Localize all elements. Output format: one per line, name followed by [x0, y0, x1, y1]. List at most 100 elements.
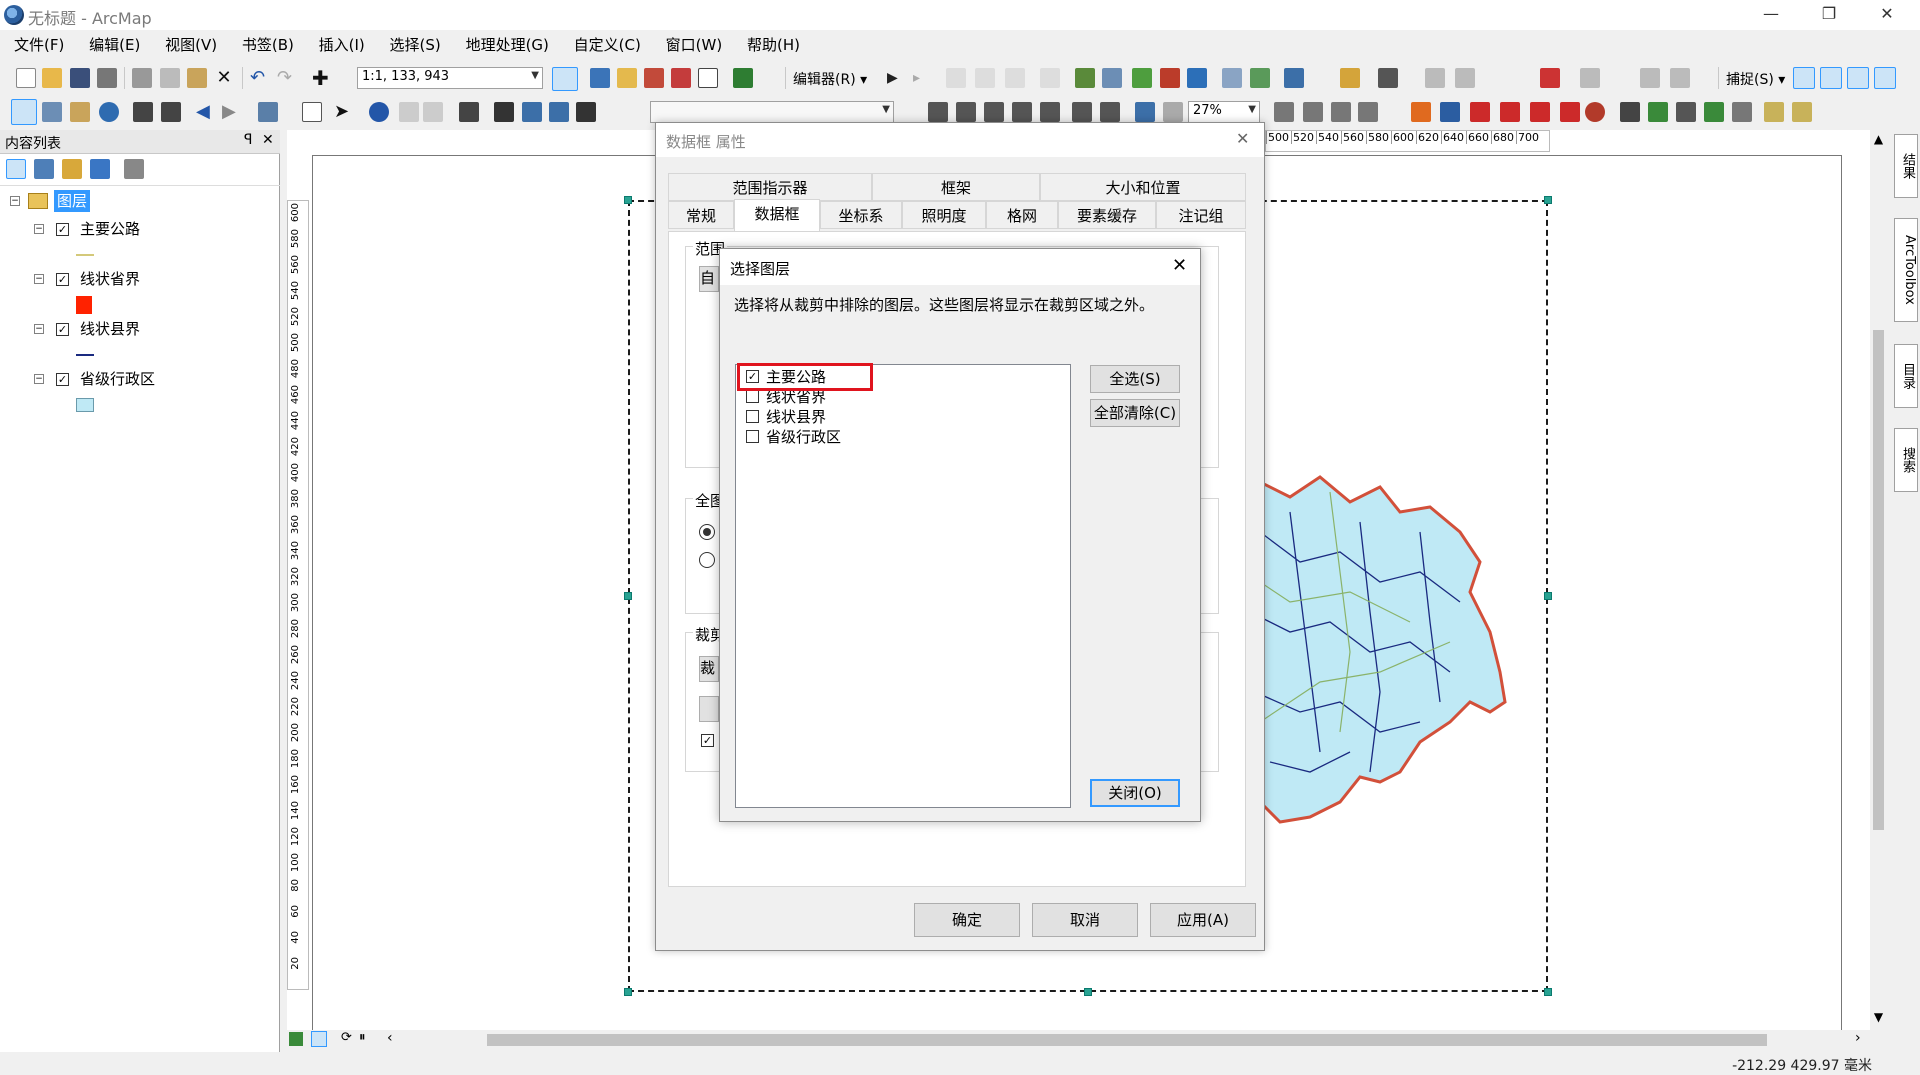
- editor-toolbar-toggle-icon[interactable]: [552, 67, 578, 91]
- toc-layer-county-boundary[interactable]: − ✓ 线状县界: [0, 318, 280, 340]
- toc-root-layers[interactable]: − 图层: [0, 190, 280, 212]
- rotate-tool-icon[interactable]: [1187, 68, 1207, 88]
- refresh-icon[interactable]: ⟳: [341, 1030, 352, 1045]
- layer-visibility-checkbox[interactable]: ✓: [56, 273, 69, 286]
- tool-3-icon[interactable]: [1470, 102, 1490, 122]
- zoom-whole-page-icon[interactable]: [1012, 102, 1032, 122]
- apply-button[interactable]: 应用(A): [1150, 903, 1256, 937]
- toggle-draft-icon[interactable]: [1274, 102, 1294, 122]
- selection-handle[interactable]: [624, 988, 632, 996]
- go-to-xy-icon[interactable]: [549, 102, 569, 122]
- menu-customize[interactable]: 自定义(C): [564, 32, 651, 58]
- list-by-visibility-icon[interactable]: [62, 159, 82, 179]
- exclude-layers-checkbox[interactable]: ✓: [701, 734, 714, 747]
- topology-icon[interactable]: [1378, 68, 1398, 88]
- clear-selection-icon[interactable]: [302, 102, 322, 122]
- catalog-window-icon[interactable]: [617, 68, 637, 88]
- selection-handle[interactable]: [1544, 988, 1552, 996]
- pan-icon[interactable]: [70, 102, 90, 122]
- select-all-button[interactable]: 全选(S): [1090, 365, 1180, 393]
- georeferencing-icon[interactable]: [1340, 68, 1360, 88]
- tool-9-icon[interactable]: [1676, 102, 1696, 122]
- distributed-gdb-icon[interactable]: [1670, 68, 1690, 88]
- selection-handle[interactable]: [1544, 592, 1552, 600]
- tab-frame[interactable]: 框架: [872, 173, 1040, 201]
- edit-annotation-icon[interactable]: ▸: [913, 68, 933, 88]
- edit-tool-icon[interactable]: ▶: [887, 68, 907, 88]
- dock-tab-arctoolbox[interactable]: ArcToolbox: [1894, 218, 1918, 322]
- collapse-icon[interactable]: −: [10, 196, 20, 206]
- snapping-menu-button[interactable]: 捕捉(S) ▾: [1726, 69, 1785, 89]
- layer-name[interactable]: 线状省界: [80, 268, 140, 290]
- layer-visibility-checkbox[interactable]: ✓: [56, 323, 69, 336]
- table-of-contents-icon[interactable]: [590, 68, 610, 88]
- tool-6-icon[interactable]: [1560, 102, 1580, 122]
- tool-12-icon[interactable]: [1764, 102, 1784, 122]
- spatial-adjust-icon[interactable]: [1455, 68, 1475, 88]
- find-icon[interactable]: [494, 102, 514, 122]
- toc-close-icon[interactable]: ✕: [262, 132, 274, 148]
- layer-name[interactable]: 线状县界: [80, 318, 140, 340]
- html-popup-icon[interactable]: [423, 102, 443, 122]
- list-by-drawing-order-icon[interactable]: [6, 159, 26, 179]
- horizontal-scrollbar[interactable]: ⟳ ⏸ ‹ ›: [287, 1030, 1870, 1050]
- measure-icon[interactable]: [459, 102, 479, 122]
- tab-annotation-groups[interactable]: 注记组: [1156, 201, 1246, 229]
- layout-pan-icon[interactable]: [984, 102, 1004, 122]
- fixed-zoom-out-icon[interactable]: [161, 102, 181, 122]
- close-button[interactable]: 关闭(O): [1090, 779, 1180, 807]
- georef-icon-2[interactable]: [1411, 102, 1431, 122]
- forward-extent-icon[interactable]: ▶: [222, 102, 242, 122]
- selection-handle[interactable]: [624, 196, 632, 204]
- clear-all-button[interactable]: 全部清除(C): [1090, 399, 1180, 427]
- print-icon[interactable]: [97, 68, 117, 88]
- toc-layer-main-roads[interactable]: − ✓ 主要公路: [0, 218, 280, 240]
- minimize-button[interactable]: —: [1748, 0, 1794, 30]
- create-features-icon[interactable]: [1284, 68, 1304, 88]
- select-close-icon[interactable]: ✕: [1172, 255, 1187, 276]
- attributes-icon[interactable]: [1222, 68, 1242, 88]
- layer-name[interactable]: 主要公路: [80, 218, 140, 240]
- pin-icon[interactable]: ꟼ: [244, 132, 252, 148]
- menu-windows[interactable]: 窗口(W): [656, 32, 733, 58]
- clip-shape-dropdown[interactable]: 裁: [699, 656, 719, 682]
- data-driven-pages-icon[interactable]: [1358, 102, 1378, 122]
- root-layers-label[interactable]: 图层: [54, 190, 91, 212]
- versioning-icon[interactable]: [1640, 68, 1660, 88]
- selection-handle[interactable]: [624, 592, 632, 600]
- edge-snapping-icon[interactable]: [1874, 67, 1896, 89]
- arctoolbox-icon[interactable]: [671, 68, 691, 88]
- toc-layer-provincial-region[interactable]: − ✓ 省级行政区: [0, 368, 280, 390]
- zoom-in-icon[interactable]: [11, 99, 37, 125]
- map-scale-combo[interactable]: 1:1, 133, 943 ▼: [357, 67, 543, 89]
- layout-view-icon[interactable]: [311, 1031, 327, 1047]
- restore-button[interactable]: ❐: [1806, 0, 1852, 30]
- fixed-zoom-in-icon[interactable]: [133, 102, 153, 122]
- tool-10-icon[interactable]: [1704, 102, 1724, 122]
- pause-drawing-icon[interactable]: ⏸: [359, 1030, 366, 1045]
- list-item-checkbox[interactable]: [746, 430, 759, 443]
- extent-dropdown[interactable]: 自: [699, 266, 719, 292]
- vertical-scroll-thumb[interactable]: [1873, 330, 1884, 830]
- scroll-down-icon[interactable]: ▼: [1870, 1010, 1887, 1024]
- dock-tab-results[interactable]: 结果: [1894, 134, 1918, 198]
- edit-vertices-icon[interactable]: [1075, 68, 1095, 88]
- fixed-layout-zoom-out-icon[interactable]: [1100, 102, 1120, 122]
- scroll-right-icon[interactable]: ›: [1855, 1030, 1861, 1046]
- tab-data-frame[interactable]: 数据框: [734, 199, 820, 231]
- search-window-icon[interactable]: [644, 68, 664, 88]
- new-document-icon[interactable]: [16, 68, 36, 88]
- scroll-up-icon[interactable]: ▲: [1870, 132, 1887, 146]
- cancel-button[interactable]: 取消: [1032, 903, 1138, 937]
- end-snapping-icon[interactable]: [1820, 67, 1842, 89]
- point-snapping-icon[interactable]: [1793, 67, 1815, 89]
- menu-view[interactable]: 视图(V): [155, 32, 227, 58]
- time-slider-icon[interactable]: [576, 102, 596, 122]
- collapse-icon[interactable]: −: [34, 224, 44, 234]
- list-item-checkbox[interactable]: [746, 390, 759, 403]
- tool-13-icon[interactable]: [1792, 102, 1812, 122]
- collapse-icon[interactable]: −: [34, 374, 44, 384]
- layout-zoom-in-icon[interactable]: [928, 102, 948, 122]
- radio-other-extent[interactable]: [699, 552, 715, 568]
- selection-handle[interactable]: [1544, 196, 1552, 204]
